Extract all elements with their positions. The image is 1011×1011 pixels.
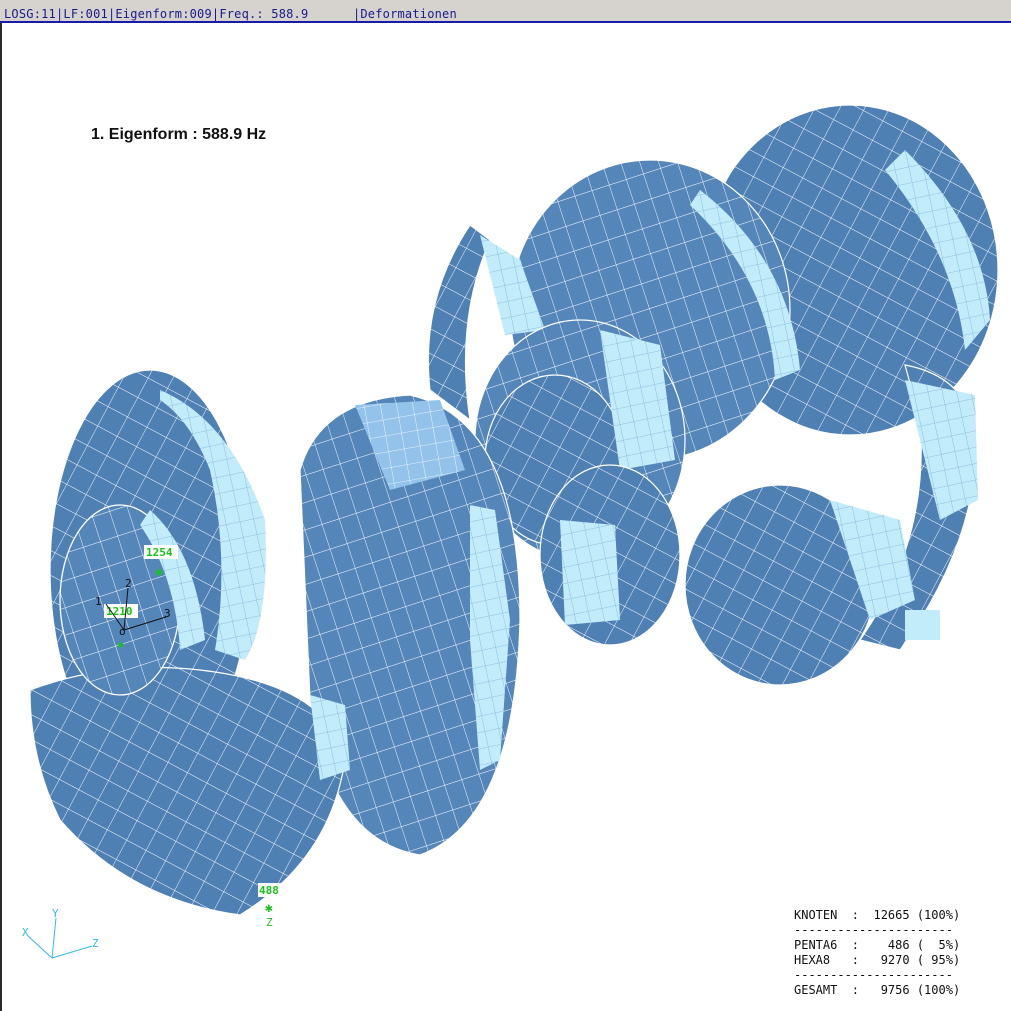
crank-web-front	[29, 369, 350, 916]
stats-separator-2: ----------------------	[794, 968, 953, 982]
node-1254-marker-icon: ✱	[155, 565, 163, 580]
eigenmode-title: 1. Eigenform : 588.9 Hz	[91, 126, 267, 143]
node-1254-label: 1254	[146, 546, 173, 559]
node-488-marker-icon: ✱	[265, 901, 273, 916]
element-statistics-panel: KNOTEN : 12665 (100%) ------------------…	[794, 908, 960, 998]
local-axis-3-label: 3	[164, 607, 171, 620]
node-1210[interactable]: 1210	[104, 604, 138, 618]
stats-row-gesamt: GESAMT : 9756 (100%)	[794, 983, 961, 997]
local-origin-node-icon: ✱	[117, 638, 124, 651]
global-axis-y-label: Y	[52, 907, 59, 920]
global-axis-triad: Y X Z	[22, 907, 99, 959]
stats-row-knoten: KNOTEN : 12665 (100%)	[794, 908, 961, 922]
stats-separator: ----------------------	[794, 923, 953, 937]
node-488-label: 488	[259, 884, 279, 897]
node-488-axis-z-label: Z	[266, 916, 273, 929]
crank-pin-rear	[684, 484, 940, 686]
local-axis-2-label: 2	[125, 577, 132, 590]
stats-row-penta6: PENTA6 : 486 ( 5%)	[794, 938, 961, 952]
crankshaft-mesh-render[interactable]: 1254 ✱ 1210 488 ✱ Z 1 2 3 o ✱ Y X Z	[0, 0, 1011, 1011]
global-axis-x-label: X	[22, 926, 29, 939]
node-488[interactable]: 488 ✱ Z	[258, 883, 284, 929]
node-1210-label: 1210	[106, 605, 133, 618]
global-axis-z-label: Z	[92, 937, 99, 950]
fea-postprocessor-window: LOSG:11|LF:001|Eigenform:009|Freq.: 588.…	[0, 0, 1011, 1011]
local-axis-1-label: 1	[95, 595, 102, 608]
stats-row-hexa8: HEXA8 : 9270 ( 95%)	[794, 953, 961, 967]
local-origin-icon: o	[119, 625, 126, 638]
